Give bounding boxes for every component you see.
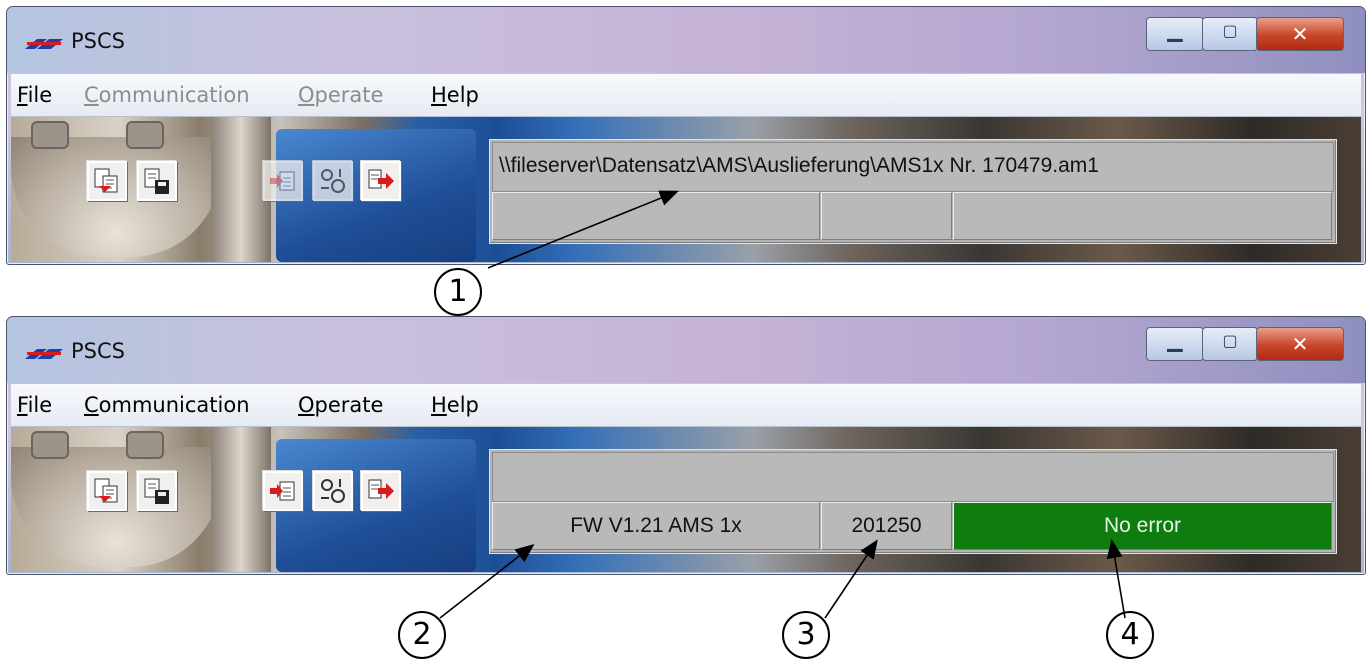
annotation-arrows [439, 190, 1126, 619]
callout-1: 1 [434, 268, 482, 316]
callout-2: 2 [398, 611, 446, 659]
callout-3: 3 [782, 611, 830, 659]
callout-4: 4 [1106, 611, 1154, 659]
